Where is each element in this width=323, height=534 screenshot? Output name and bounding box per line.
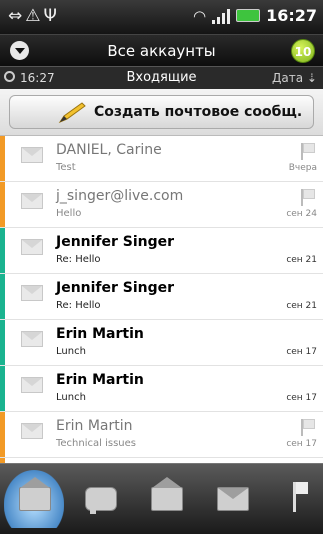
message-date: Вчера <box>288 163 317 173</box>
account-color-strip <box>0 182 5 227</box>
message-sender: j_singer@live.com <box>56 188 184 204</box>
envelope-icon <box>21 193 43 209</box>
battery-icon <box>236 9 261 22</box>
status-bar: ⇔⚠Ψ ◠ 16:27 <box>0 0 323 34</box>
message-row[interactable]: j_singer@live.com Hello сен 24 <box>0 182 323 228</box>
conversations-tab[interactable] <box>70 470 130 528</box>
message-sender: Erin Martin <box>56 372 144 388</box>
flag-icon[interactable] <box>301 419 315 436</box>
message-date: сен 17 <box>286 347 317 357</box>
message-subject: Test <box>56 162 76 173</box>
signal-icon <box>212 8 231 24</box>
message-sender: Erin Martin <box>56 326 144 342</box>
flag-icon <box>293 482 308 512</box>
flagged-tab[interactable] <box>268 470 323 528</box>
message-sender: Jennifer Singer <box>56 234 175 250</box>
envelope-icon <box>21 377 43 393</box>
account-color-strip <box>0 366 5 411</box>
account-color-strip <box>0 228 5 273</box>
message-row[interactable]: Erin Martin Technical issues сен 17 <box>0 412 323 458</box>
message-sender: Jennifer Singer <box>56 280 175 296</box>
usb-link-icon: ⇔ <box>8 6 26 26</box>
compose-button[interactable]: Создать почтовое сообщ. <box>9 95 314 129</box>
unread-count-badge: 10 <box>291 39 315 63</box>
message-subject: Lunch <box>56 392 86 403</box>
message-sender: DANIEL, Carine <box>56 142 162 158</box>
pencil-icon <box>58 102 86 124</box>
message-subject: Lunch <box>56 346 86 357</box>
message-row[interactable]: Jennifer Singer Re: Hello сен 21 <box>0 274 323 320</box>
account-color-strip <box>0 274 5 319</box>
message-date: сен 21 <box>286 301 317 311</box>
usb-icon: Ψ <box>43 6 60 26</box>
unread-tab[interactable] <box>136 470 196 528</box>
message-date: сен 24 <box>286 209 317 219</box>
account-title[interactable]: Все аккаунты <box>0 42 323 60</box>
message-date: сен 21 <box>286 255 317 265</box>
compose-area: Создать почтовое сообщ. <box>0 89 323 136</box>
read-tab[interactable] <box>202 470 262 528</box>
flag-icon[interactable] <box>301 143 315 160</box>
warning-icon: ⚠ <box>25 6 44 26</box>
status-clock: 16:27 <box>266 6 317 25</box>
envelope-icon <box>21 331 43 347</box>
message-rows: DANIEL, Carine Test Вчера j_singer@live.com… <box>0 136 323 463</box>
account-color-strip <box>0 136 5 181</box>
message-date: сен 17 <box>286 439 317 449</box>
speech-bubble-icon <box>85 487 117 514</box>
message-row[interactable]: DANIEL, Carine Test Вчера <box>0 136 323 182</box>
wifi-icon: ◠ <box>192 6 207 25</box>
sort-button[interactable]: Дата ⇣ <box>272 71 317 85</box>
envelope-icon <box>21 147 43 163</box>
account-header[interactable]: Все аккаунты 10 <box>0 34 323 67</box>
message-row[interactable]: Jennifer Singer Re: Hello сен 21 <box>0 228 323 274</box>
message-subject: Hello <box>56 208 82 219</box>
compose-label: Создать почтовое сообщ. <box>94 104 303 120</box>
bottom-tab-bar <box>0 463 323 534</box>
message-subject: Technical issues <box>56 438 136 449</box>
message-subject: Re: Hello <box>56 254 101 265</box>
message-sender: Erin Martin <box>56 418 133 434</box>
message-date: сен 17 <box>286 393 317 403</box>
envelope-icon <box>21 423 43 439</box>
envelope-icon <box>21 285 43 301</box>
account-color-strip <box>0 320 5 365</box>
envelope-icon <box>21 239 43 255</box>
flag-icon[interactable] <box>301 189 315 206</box>
all-mail-tab[interactable] <box>4 470 64 528</box>
account-color-strip <box>0 412 5 457</box>
message-list[interactable]: Создать почтовое сообщ. DANIEL, Carine Te… <box>0 89 323 463</box>
status-left-icons: ⇔⚠Ψ <box>8 6 60 26</box>
message-row[interactable]: Erin Martin Lunch сен 17 <box>0 366 323 412</box>
message-row[interactable]: Erin Martin Lunch сен 17 <box>0 320 323 366</box>
folder-bar: 16:27 Входящие Дата ⇣ <box>0 66 323 89</box>
envelope-open-icon <box>19 477 51 511</box>
envelope-icon <box>217 487 249 511</box>
message-subject: Re: Hello <box>56 300 101 311</box>
envelope-unread-icon <box>151 477 183 511</box>
